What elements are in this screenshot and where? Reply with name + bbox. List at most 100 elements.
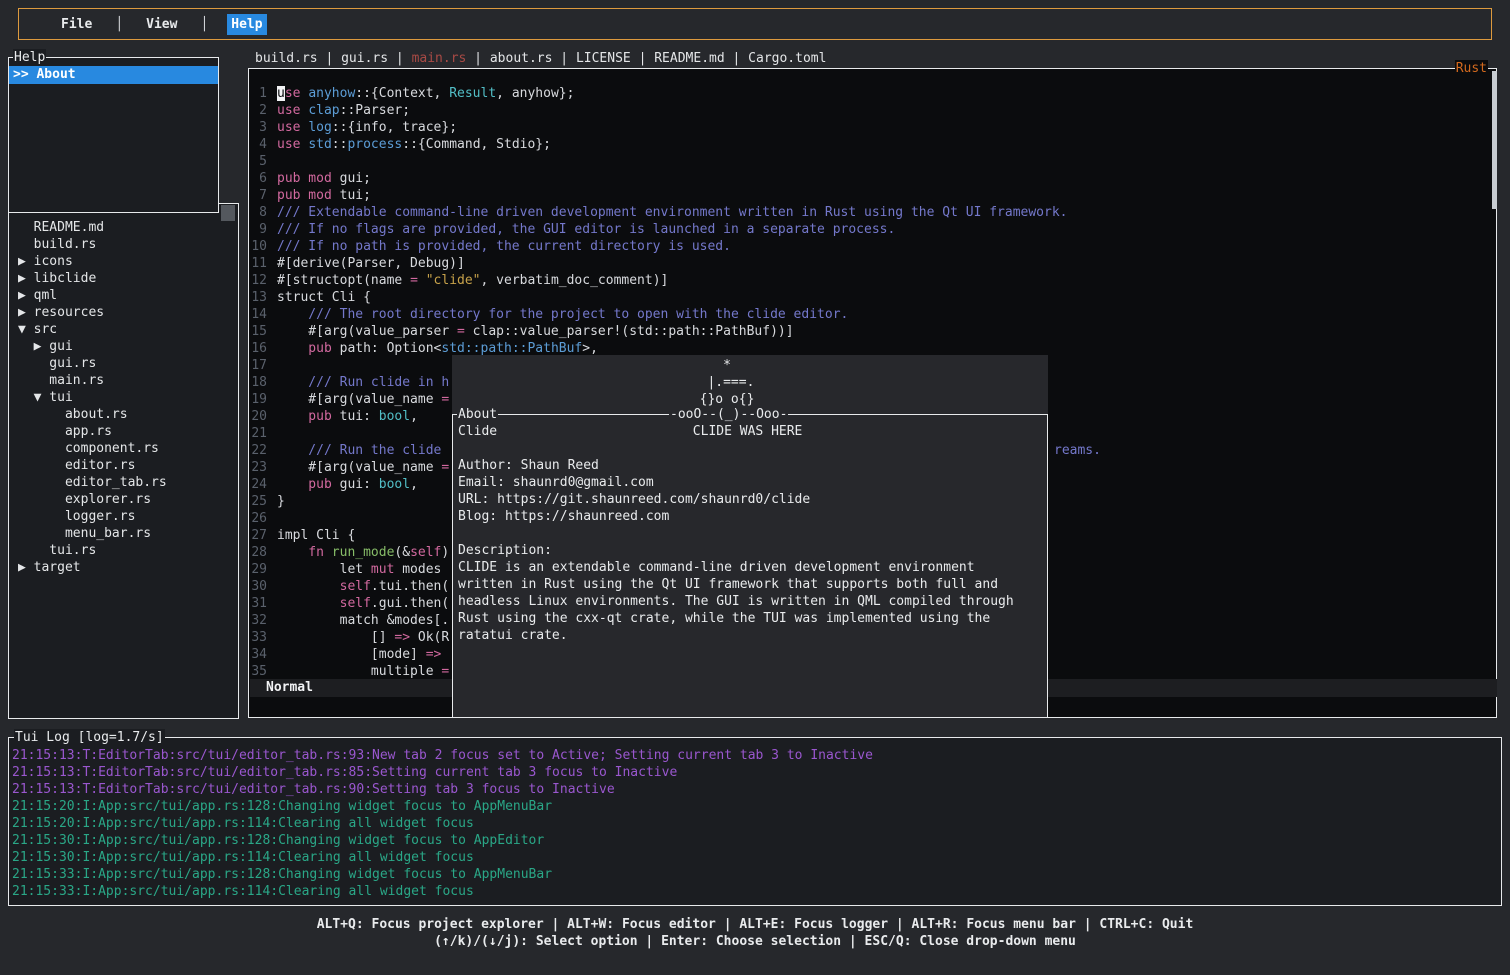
tree-item[interactable]: ▶ gui xyxy=(18,338,234,355)
line-number: 23 xyxy=(251,459,267,476)
line-number: 17 xyxy=(251,357,267,374)
tree-item[interactable]: ▶ resources xyxy=(18,304,234,321)
tab-build-rs[interactable]: build.rs xyxy=(255,51,318,66)
code-token: pub xyxy=(277,341,340,356)
code-line-text: pub mod gui; xyxy=(277,170,371,187)
dropdown-item-label: >> About xyxy=(9,67,76,82)
line-number: 11 xyxy=(251,255,267,272)
tree-item[interactable]: logger.rs xyxy=(18,508,234,525)
code-token: (& xyxy=(394,545,410,560)
code-token: = xyxy=(441,392,449,407)
code-token: , anyhow}; xyxy=(496,86,574,101)
code-token: = xyxy=(457,324,465,339)
code-token: /// Extendable command-line driven devel… xyxy=(277,205,1068,220)
tab-separator: | xyxy=(725,51,748,66)
code-line: 1use anyhow::{Context, Result, anyhow}; xyxy=(251,85,1488,102)
line-number: 13 xyxy=(251,289,267,306)
tab-gui-rs[interactable]: gui.rs xyxy=(341,51,388,66)
tab-separator: | xyxy=(631,51,654,66)
editor-scrollbar-thumb[interactable] xyxy=(1492,71,1497,209)
tree-item[interactable]: ▶ libclide xyxy=(18,270,234,287)
line-number: 20 xyxy=(251,408,267,425)
explorer-scrollbar-thumb[interactable] xyxy=(221,205,235,221)
log-entry-info: 21:15:20:I:App:src/tui/app.rs:114:Cleari… xyxy=(12,815,1498,832)
dropdown-item-about[interactable]: >> About xyxy=(9,66,218,84)
tree-item[interactable]: gui.rs xyxy=(18,355,234,372)
line-number: 7 xyxy=(251,187,267,204)
code-token: ::{info, trace}; xyxy=(332,120,457,135)
language-badge: Rust xyxy=(1455,60,1488,77)
tree-item[interactable]: editor.rs xyxy=(18,457,234,474)
code-token: => xyxy=(426,647,442,662)
tree-item[interactable]: ▶ icons xyxy=(18,253,234,270)
line-number: 26 xyxy=(251,510,267,527)
line-number: 30 xyxy=(251,578,267,595)
menu-separator: │ xyxy=(200,16,208,33)
log-entry-info: 21:15:33:I:App:src/tui/app.rs:128:Changi… xyxy=(12,866,1498,883)
menu-separator: │ xyxy=(115,16,123,33)
log-entry-trace: 21:15:13:T:EditorTab:src/tui/editor_tab.… xyxy=(12,764,1498,781)
code-token: = xyxy=(410,273,418,288)
editor-mode-label: Normal xyxy=(266,680,313,695)
tree-item[interactable]: tui.rs xyxy=(18,542,234,559)
code-token: clap xyxy=(308,103,339,118)
tab-license[interactable]: LICENSE xyxy=(576,51,631,66)
menu-item-help[interactable]: Help xyxy=(227,14,266,35)
ascii-art: * |.===. {}o o{} xyxy=(457,357,754,408)
project-explorer-tree: README.md build.rs▶ icons▶ libclide▶ qml… xyxy=(18,219,234,576)
code-line: 2use clap::Parser; xyxy=(251,102,1488,119)
tree-item[interactable]: app.rs xyxy=(18,423,234,440)
tree-item[interactable]: README.md xyxy=(18,219,234,236)
menu-item-file[interactable]: File xyxy=(57,14,96,35)
code-token: struct Cli { xyxy=(277,290,371,305)
tree-item[interactable]: component.rs xyxy=(18,440,234,457)
code-line: 4use std::process::{Command, Stdio}; xyxy=(251,136,1488,153)
line-number: 9 xyxy=(251,221,267,238)
log-panel-title: Tui Log [log=1.7/s] xyxy=(14,729,165,746)
code-token: ::{Context, xyxy=(355,86,449,101)
tab-about-rs[interactable]: about.rs xyxy=(490,51,553,66)
about-popup: About -ooO--(_)--Ooo- Clide CLIDE WAS HE… xyxy=(452,414,1048,718)
shortcut-help-line-2: (↑/k)/(↓/j): Select option | Enter: Choo… xyxy=(0,933,1510,950)
tree-item[interactable]: ▶ target xyxy=(18,559,234,576)
code-line: 13 struct Cli { xyxy=(251,289,1488,306)
code-line: 8/// Extendable command-line driven deve… xyxy=(251,204,1488,221)
line-number: 29 xyxy=(251,561,267,578)
tree-item[interactable]: explorer.rs xyxy=(18,491,234,508)
menu-item-view[interactable]: View xyxy=(142,14,181,35)
code-line: 5 xyxy=(251,153,1488,170)
line-number: 6 xyxy=(251,170,267,187)
code-token: Result xyxy=(449,86,496,101)
code-token: path: Option< xyxy=(340,341,442,356)
tree-item[interactable]: ▼ tui xyxy=(18,389,234,406)
code-line: 14 /// The root directory for the projec… xyxy=(251,306,1488,323)
code-line: 11#[derive(Parser, Debug)] xyxy=(251,255,1488,272)
line-number: 33 xyxy=(251,629,267,646)
tree-item[interactable]: menu_bar.rs xyxy=(18,525,234,542)
tree-item[interactable]: main.rs xyxy=(18,372,234,389)
code-line-text: fn run_mode(&self) xyxy=(277,544,449,561)
tab-separator: | xyxy=(552,51,575,66)
line-number: 32 xyxy=(251,612,267,629)
tree-item[interactable]: editor_tab.rs xyxy=(18,474,234,491)
editor-tabs: build.rs | gui.rs | main.rs | about.rs |… xyxy=(255,50,826,67)
tab-cargo-toml[interactable]: Cargo.toml xyxy=(748,51,826,66)
code-token: , verbatim_doc_comment)] xyxy=(481,273,669,288)
tab-readme-md[interactable]: README.md xyxy=(654,51,724,66)
line-number: 14 xyxy=(251,306,267,323)
code-token: mut xyxy=(371,562,402,577)
log-entry-info: 21:15:30:I:App:src/tui/app.rs:114:Cleari… xyxy=(12,849,1498,866)
tree-item[interactable]: ▶ qml xyxy=(18,287,234,304)
code-token: /// The root directory for the project t… xyxy=(277,307,848,322)
code-line-text: pub tui: bool, xyxy=(277,408,418,425)
line-number: 24 xyxy=(251,476,267,493)
tab-separator: | xyxy=(318,51,341,66)
tab-main-rs[interactable]: main.rs xyxy=(412,51,467,66)
line-number: 10 xyxy=(251,238,267,255)
code-line-text: pub mod tui; xyxy=(277,187,371,204)
tree-item[interactable]: ▼ src xyxy=(18,321,234,338)
code-token: ::{Command, Stdio}; xyxy=(402,137,551,152)
tree-item[interactable]: about.rs xyxy=(18,406,234,423)
tree-item[interactable]: build.rs xyxy=(18,236,234,253)
code-line-text: [mode] => xyxy=(277,646,441,663)
